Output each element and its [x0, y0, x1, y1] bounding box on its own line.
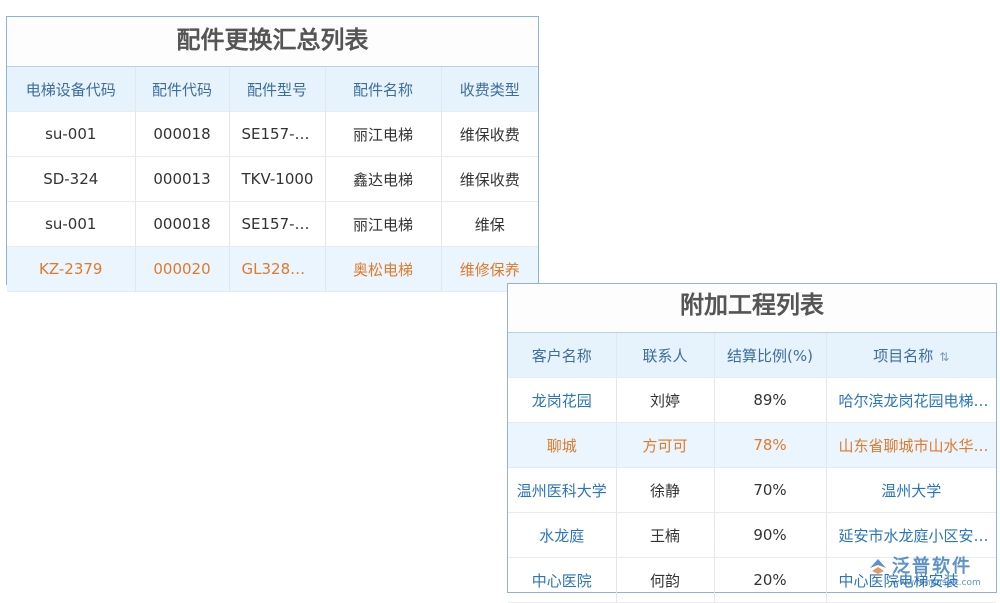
table-row[interactable]: 中心医院 何韵 20% 中心医院电梯安装 [508, 557, 996, 603]
table-row[interactable]: su-001 000018 SE157-… 丽江电梯 维保 [7, 201, 538, 247]
cell-ratio: 90% [714, 512, 827, 558]
parts-replacement-table: 电梯设备代码 配件代码 配件型号 配件名称 收费类型 su-001 000018… [7, 67, 538, 292]
table-header-row: 电梯设备代码 配件代码 配件型号 配件名称 收费类型 [7, 67, 538, 112]
cell-part-name: 奥松电梯 [325, 246, 442, 292]
cell-charge-type: 维保 [441, 201, 538, 247]
cell-charge-type: 维保收费 [441, 111, 538, 157]
cell-ratio: 89% [714, 377, 827, 423]
cell-customer-link[interactable]: 聊城 [508, 422, 617, 468]
cell-part-name: 鑫达电梯 [325, 156, 442, 202]
column-header-ratio[interactable]: 结算比例(%) [714, 333, 827, 378]
cell-customer-link[interactable]: 中心医院 [508, 557, 617, 603]
cell-part-code: 000018 [135, 201, 230, 247]
cell-part-code: 000020 [135, 246, 230, 292]
table-row-highlighted[interactable]: 聊城 方可可 78% 山东省聊城市山水华… [508, 422, 996, 468]
cell-part-name: 丽江电梯 [325, 111, 442, 157]
cell-part-model: TKV-1000 [229, 156, 326, 202]
cell-charge-type: 维保收费 [441, 156, 538, 202]
cell-contact: 王楠 [616, 512, 715, 558]
cell-part-model: SE157-… [229, 111, 326, 157]
cell-contact: 方可可 [616, 422, 715, 468]
column-header-customer[interactable]: 客户名称 [508, 333, 617, 378]
cell-part-name: 丽江电梯 [325, 201, 442, 247]
cell-part-model: SE157-… [229, 201, 326, 247]
cell-ratio: 78% [714, 422, 827, 468]
column-header-project-name[interactable]: 项目名称 ⇅ [826, 333, 996, 378]
table-row-highlighted[interactable]: KZ-2379 000020 GL328… 奥松电梯 维修保养 [7, 246, 538, 292]
cell-part-code: 000013 [135, 156, 230, 202]
cell-device-code: KZ-2379 [7, 246, 136, 292]
cell-contact: 何韵 [616, 557, 715, 603]
cell-device-code: su-001 [7, 201, 136, 247]
cell-customer-link[interactable]: 水龙庭 [508, 512, 617, 558]
cell-project-link[interactable]: 哈尔滨龙岗花园电梯… [826, 377, 996, 423]
cell-ratio: 20% [714, 557, 827, 603]
column-header-device-code[interactable]: 电梯设备代码 [7, 67, 136, 112]
cell-customer-link[interactable]: 温州医科大学 [508, 467, 617, 513]
column-header-contact[interactable]: 联系人 [616, 333, 715, 378]
panel-title: 配件更换汇总列表 [7, 17, 538, 67]
cell-project-link[interactable]: 中心医院电梯安装 [826, 557, 996, 603]
column-header-part-name[interactable]: 配件名称 [325, 67, 442, 112]
cell-project-link[interactable]: 温州大学 [826, 467, 996, 513]
header-label: 项目名称 [873, 346, 934, 365]
extra-projects-table: 客户名称 联系人 结算比例(%) 项目名称 ⇅ 龙岗花园 刘婷 89% 哈尔滨龙岗… [508, 333, 996, 603]
cell-device-code: SD-324 [7, 156, 136, 202]
cell-part-code: 000018 [135, 111, 230, 157]
parts-replacement-panel: 配件更换汇总列表 电梯设备代码 配件代码 配件型号 配件名称 收费类型 su-0… [6, 16, 539, 292]
table-row[interactable]: 温州医科大学 徐静 70% 温州大学 [508, 467, 996, 513]
column-header-part-code[interactable]: 配件代码 [135, 67, 230, 112]
table-header-row: 客户名称 联系人 结算比例(%) 项目名称 ⇅ [508, 333, 996, 378]
column-header-part-model[interactable]: 配件型号 [229, 67, 326, 112]
cell-project-link[interactable]: 山东省聊城市山水华… [826, 422, 996, 468]
column-header-charge-type[interactable]: 收费类型 [441, 67, 538, 112]
panel-title: 附加工程列表 [508, 284, 996, 333]
cell-device-code: su-001 [7, 111, 136, 157]
cell-customer-link[interactable]: 龙岗花园 [508, 377, 617, 423]
cell-project-link[interactable]: 延安市水龙庭小区安… [826, 512, 996, 558]
table-row[interactable]: 水龙庭 王楠 90% 延安市水龙庭小区安… [508, 512, 996, 558]
cell-contact: 刘婷 [616, 377, 715, 423]
sort-icon[interactable]: ⇅ [939, 350, 949, 364]
cell-ratio: 70% [714, 467, 827, 513]
table-row[interactable]: SD-324 000013 TKV-1000 鑫达电梯 维保收费 [7, 156, 538, 202]
table-row[interactable]: 龙岗花园 刘婷 89% 哈尔滨龙岗花园电梯… [508, 377, 996, 423]
cell-contact: 徐静 [616, 467, 715, 513]
extra-projects-panel: 附加工程列表 客户名称 联系人 结算比例(%) 项目名称 ⇅ 龙岗花园 刘婷 89… [507, 283, 997, 603]
cell-part-model: GL328… [229, 246, 326, 292]
table-row[interactable]: su-001 000018 SE157-… 丽江电梯 维保收费 [7, 111, 538, 157]
